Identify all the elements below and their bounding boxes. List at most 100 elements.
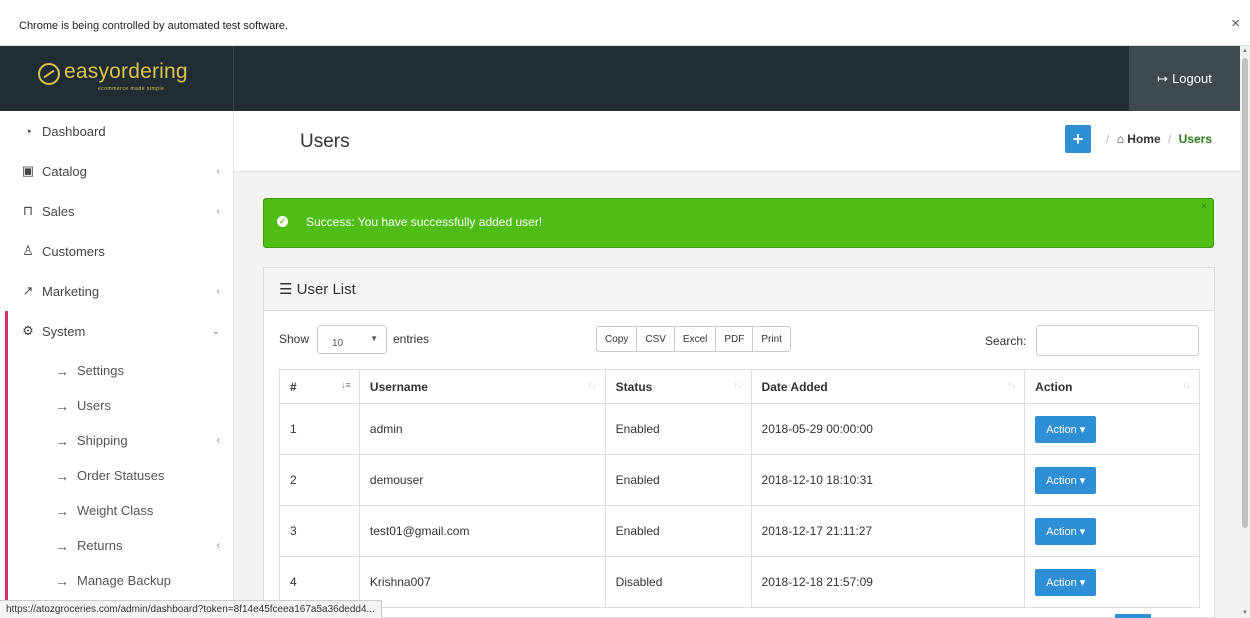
- automation-infobar: Chrome is being controlled by automated …: [0, 0, 1250, 46]
- sidebar-subitem-users[interactable]: → Users: [0, 388, 233, 423]
- alert-close-icon[interactable]: ×: [1201, 201, 1207, 212]
- cell-date-added: 2018-12-18 21:57:09: [750, 556, 1026, 608]
- dashboard-icon: ◔: [24, 123, 32, 139]
- sidebar-item-label: System: [42, 323, 86, 339]
- cell-status: Enabled: [604, 505, 752, 557]
- arrow-right-icon: →: [55, 572, 69, 589]
- sidebar-item-marketing[interactable]: ↗ Marketing ‹: [0, 271, 233, 311]
- action-dropdown-button[interactable]: Action ▾: [1035, 415, 1097, 443]
- sort-active-icon: ↓≡: [341, 380, 351, 390]
- cell-date-added: 2018-05-29 00:00:00: [750, 403, 1026, 455]
- sort-icon: ↑↓: [1182, 380, 1191, 390]
- breadcrumb-home-label: Home: [1127, 132, 1161, 146]
- sidebar-item-dashboard[interactable]: ◔ Dashboard: [0, 111, 233, 151]
- sidebar-subitem-returns[interactable]: → Returns ‹: [0, 528, 233, 563]
- plus-icon: +: [1072, 128, 1084, 149]
- arrow-right-icon: →: [55, 537, 69, 554]
- logout-button[interactable]: ↦ Logout: [1129, 46, 1240, 111]
- scroll-up-icon[interactable]: ▲: [1242, 48, 1248, 54]
- cell-username: Krishna007: [358, 556, 606, 608]
- table-row: 2 demouser Enabled 2018-12-10 18:10:31 A…: [279, 454, 1200, 506]
- cell-status: Enabled: [604, 454, 752, 506]
- panel-title-text: User List: [296, 281, 356, 298]
- sidebar-item-label: Catalog: [42, 163, 87, 179]
- breadcrumb-current[interactable]: Users: [1179, 132, 1212, 146]
- print-button[interactable]: Print: [752, 326, 791, 352]
- cell-username: admin: [358, 403, 606, 455]
- sidebar-subitem-shipping[interactable]: → Shipping ‹: [0, 423, 233, 458]
- copy-button[interactable]: Copy: [596, 326, 638, 352]
- page-title: Users: [300, 131, 350, 152]
- table-row: 4 Krishna007 Disabled 2018-12-18 21:57:0…: [279, 556, 1200, 608]
- logout-icon: ↦: [1157, 70, 1169, 86]
- action-dropdown-button[interactable]: Action ▾: [1035, 517, 1097, 545]
- column-header-date-added[interactable]: Date Added ↑↓: [750, 369, 1026, 404]
- cell-id: 3: [279, 505, 360, 557]
- search-label: Search:: [985, 334, 1027, 348]
- scroll-down-icon[interactable]: ▼: [1242, 610, 1248, 616]
- pagination-active-page[interactable]: [1115, 614, 1151, 618]
- sidebar-subitem-weight-class[interactable]: → Weight Class: [0, 493, 233, 528]
- breadcrumb: / ⌂ Home / Users: [1102, 132, 1212, 146]
- share-icon: ↗: [22, 283, 34, 298]
- excel-button[interactable]: Excel: [673, 326, 717, 352]
- sidebar-subitem-settings[interactable]: → Settings: [0, 353, 233, 388]
- chevron-left-icon: ‹: [216, 165, 220, 177]
- chevron-left-icon: ‹: [216, 205, 220, 217]
- pdf-button[interactable]: PDF: [715, 326, 754, 352]
- cell-date-added: 2018-12-17 21:11:27: [750, 505, 1026, 557]
- arrow-right-icon: →: [55, 432, 69, 449]
- top-navbar: easyordering ecommerce made simple ↦ Log…: [0, 46, 1240, 111]
- table-row: 3 test01@gmail.com Enabled 2018-12-17 21…: [279, 505, 1200, 557]
- home-icon: ⌂: [1116, 132, 1124, 146]
- arrow-right-icon: →: [55, 362, 69, 379]
- main-content: Users + / ⌂ Home / Users ✓ Success: You …: [234, 111, 1240, 618]
- chevron-left-icon: ‹: [216, 540, 220, 551]
- sidebar-subitem-label: Returns: [77, 538, 123, 553]
- status-url-preview: https://atozgroceries.com/admin/dashboar…: [0, 600, 382, 618]
- logout-label: Logout: [1172, 71, 1212, 86]
- cell-status: Disabled: [604, 556, 752, 608]
- chevron-left-icon: ‹: [216, 285, 220, 297]
- column-header-id[interactable]: # ↓≡: [279, 369, 360, 404]
- sidebar-item-sales[interactable]: ⊓ Sales ‹: [0, 191, 233, 231]
- sidebar-item-system[interactable]: ⚙ System ⌄: [0, 311, 233, 351]
- users-table: # ↓≡ Username ↑↓ Status ↑↓ Date Added ↑↓ Act…: [279, 369, 1200, 608]
- search-input[interactable]: [1036, 325, 1199, 356]
- logo-tagline: ecommerce made simple: [98, 86, 165, 92]
- page-scrollbar[interactable]: ▲ ▼: [1240, 46, 1250, 618]
- arrow-right-icon: →: [55, 502, 69, 519]
- action-dropdown-button[interactable]: Action ▾: [1035, 568, 1097, 596]
- sidebar-item-label: Customers: [42, 243, 105, 259]
- entries-select[interactable]: 10 ▼: [317, 325, 387, 354]
- breadcrumb-home[interactable]: ⌂ Home: [1117, 132, 1161, 146]
- sort-icon: ↑↓: [587, 380, 597, 390]
- action-dropdown-button[interactable]: Action ▾: [1035, 466, 1097, 494]
- infobar-close-icon[interactable]: ×: [1231, 15, 1240, 32]
- chevron-down-icon: ⌄: [211, 325, 220, 337]
- column-header-status[interactable]: Status ↑↓: [604, 369, 752, 404]
- cell-username: test01@gmail.com: [358, 505, 606, 557]
- entries-value: 10: [332, 338, 344, 349]
- sidebar-item-catalog[interactable]: ▣ Catalog ‹: [0, 151, 233, 191]
- tag-icon: ▣: [21, 163, 35, 178]
- column-header-username[interactable]: Username ↑↓: [358, 369, 606, 404]
- sidebar-subitem-label: Order Statuses: [77, 468, 165, 483]
- add-user-button[interactable]: +: [1065, 125, 1091, 153]
- sidebar-subitem-order-statuses[interactable]: → Order Statuses: [0, 458, 233, 493]
- sidebar-subitem-manage-backup[interactable]: → Manage Backup: [0, 563, 233, 598]
- cart-icon: ⊓: [22, 203, 34, 218]
- sidebar-subitem-label: Shipping: [77, 433, 128, 448]
- csv-button[interactable]: CSV: [636, 326, 675, 352]
- show-label: Show: [279, 332, 310, 346]
- export-button-group: Copy CSV Excel PDF Print: [596, 326, 791, 352]
- cell-date-added: 2018-12-10 18:10:31: [750, 454, 1026, 506]
- column-header-action[interactable]: Action ↑↓: [1024, 369, 1200, 404]
- infobar-text: Chrome is being controlled by automated …: [19, 20, 289, 32]
- sidebar-item-customers[interactable]: ♙ Customers: [0, 231, 233, 271]
- arrow-right-icon: →: [55, 467, 69, 484]
- logo[interactable]: easyordering ecommerce made simple: [0, 46, 234, 111]
- list-icon: ☰: [279, 281, 293, 298]
- sidebar-item-label: Sales: [42, 203, 75, 219]
- scrollbar-thumb[interactable]: [1242, 58, 1248, 528]
